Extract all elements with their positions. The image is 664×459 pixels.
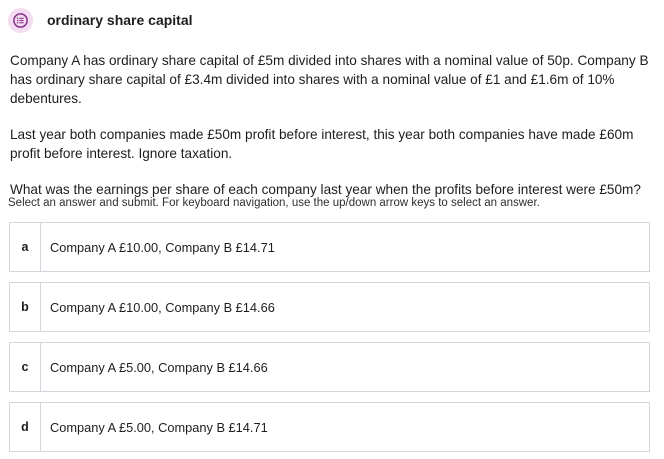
option-text: Company A £5.00, Company B £14.66 [50, 359, 268, 375]
answer-option-d[interactable]: d Company A £5.00, Company B £14.71 [9, 402, 650, 452]
answer-option-a[interactable]: a Company A £10.00, Company B £14.71 [9, 222, 650, 272]
answer-instructions: Select an answer and submit. For keyboar… [8, 197, 540, 209]
option-letter: d [10, 403, 41, 451]
question-paragraph: Company A has ordinary share capital of … [10, 53, 649, 106]
answer-option-c[interactable]: c Company A £5.00, Company B £14.66 [9, 342, 650, 392]
option-text: Company A £5.00, Company B £14.71 [50, 419, 268, 435]
question-paragraph: Last year both companies made £50m profi… [10, 127, 634, 161]
answer-option-b[interactable]: b Company A £10.00, Company B £14.66 [9, 282, 650, 332]
option-text: Company A £10.00, Company B £14.71 [50, 239, 275, 255]
option-text: Company A £10.00, Company B £14.66 [50, 299, 275, 315]
question-list-icon [8, 7, 33, 33]
answer-options: a Company A £10.00, Company B £14.71 b C… [9, 222, 650, 459]
option-letter: c [10, 343, 41, 391]
option-letter: b [10, 283, 41, 331]
question-body: Company A has ordinary share capital of … [10, 51, 654, 216]
page-title: ordinary share capital [47, 12, 193, 28]
option-letter: a [10, 223, 41, 271]
question-header: ordinary share capital [8, 7, 193, 33]
